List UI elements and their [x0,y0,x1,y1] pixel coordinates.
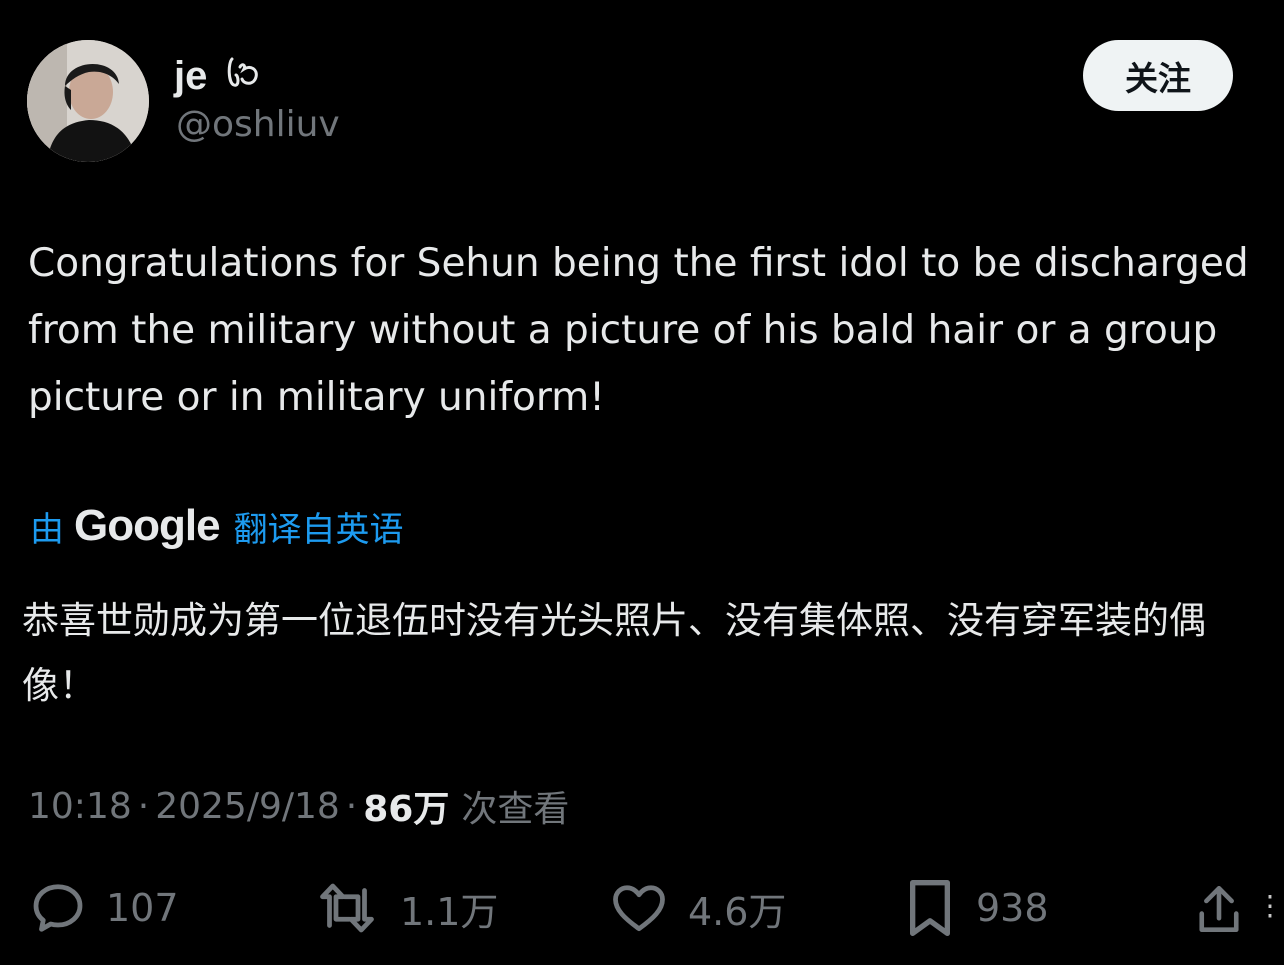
decorative-glyph-icon [228,57,259,87]
action-bar: 107 1.1万 4.6万 938 ⋮ [0,870,1284,950]
repost-button[interactable]: 1.1万 [312,870,498,946]
reply-icon [33,884,83,932]
reply-count: 107 [106,886,179,930]
tweet-text: Congratulations for Sehun being the firs… [28,241,1249,420]
user-handle[interactable]: @oshliuv [176,102,340,148]
meta-separator: · [345,785,358,827]
follow-button[interactable]: 关注 [1083,40,1233,111]
google-logo: Google [74,501,221,550]
translated-text: 恭喜世勋成为第一位退伍时没有光头照片、没有集体照、没有穿军装的偶像！ [22,599,1206,707]
bookmark-icon [910,880,950,936]
tweet-time[interactable]: 10:18 [28,786,132,827]
translation-attribution[interactable]: 由 Google 翻译自英语 [30,496,404,556]
repost-icon [320,883,374,933]
tweet-meta: 10:18 · 2025/9/18 · 86万 次查看 [28,780,569,832]
views-label: 次查看 [461,789,570,830]
like-button[interactable]: 4.6万 [608,870,786,946]
bookmark-count: 938 [976,886,1049,930]
meta-separator: · [137,785,150,827]
avatar-image [27,40,149,162]
display-name-text: je [174,54,208,98]
bookmark-button[interactable]: 938 [902,870,1049,946]
share-button[interactable] [1196,880,1242,942]
tweet-date[interactable]: 2025/9/18 [155,786,340,827]
watermark-glyph-icon: ⋮ [1256,889,1284,922]
display-name[interactable]: je [174,52,264,100]
translated-from-label[interactable]: 翻译自英语 [234,502,404,551]
reply-button[interactable]: 107 [28,870,179,946]
repost-count: 1.1万 [400,889,499,934]
translated-by-label: 由 [30,509,64,550]
views-count: 86万 [363,789,450,830]
share-icon [1199,886,1239,932]
avatar[interactable] [27,40,149,162]
like-count: 4.6万 [688,889,787,934]
heart-icon [613,885,665,932]
